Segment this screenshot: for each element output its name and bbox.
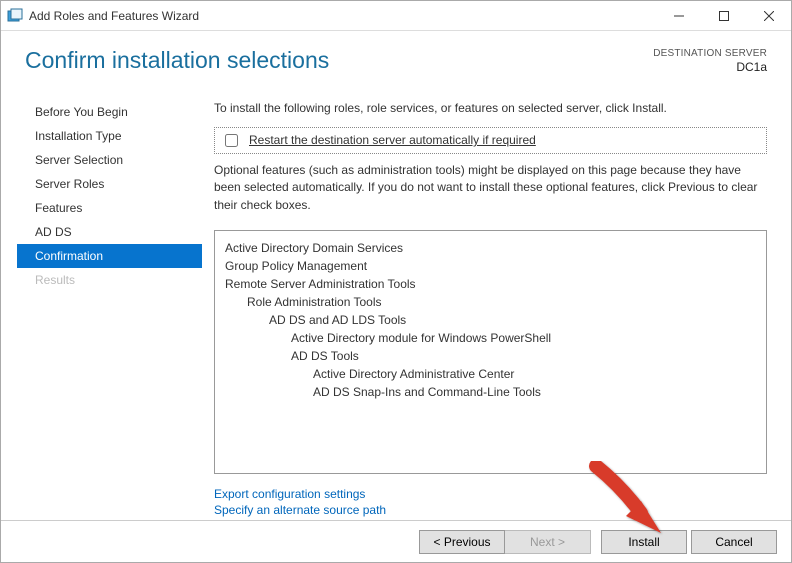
install-button[interactable]: Install [601, 530, 687, 554]
tree-item: AD DS Tools [225, 347, 756, 365]
step-item[interactable]: AD DS [17, 220, 202, 244]
content-area: Confirm installation selections DESTINAT… [1, 31, 791, 520]
step-item[interactable]: Server Roles [17, 172, 202, 196]
step-item[interactable]: Confirmation [17, 244, 202, 268]
tree-item: Active Directory module for Windows Powe… [225, 329, 756, 347]
footer: < Previous Next > Install Cancel [1, 520, 791, 562]
tree-item: AD DS and AD LDS Tools [225, 311, 756, 329]
tree-item: Active Directory Administrative Center [225, 365, 756, 383]
next-button[interactable]: Next > [505, 530, 591, 554]
intro-text: To install the following roles, role ser… [214, 100, 767, 117]
step-item[interactable]: Before You Begin [17, 100, 202, 124]
restart-option[interactable]: Restart the destination server automatic… [214, 127, 767, 154]
minimize-button[interactable] [656, 1, 701, 30]
cancel-button[interactable]: Cancel [691, 530, 777, 554]
app-icon [7, 8, 23, 24]
main-pane: To install the following roles, role ser… [202, 96, 775, 520]
restart-checkbox[interactable] [225, 134, 238, 147]
optional-note: Optional features (such as administratio… [214, 162, 767, 214]
main-row: Before You BeginInstallation TypeServer … [17, 96, 775, 520]
titlebar: Add Roles and Features Wizard [1, 1, 791, 31]
step-item: Results [17, 268, 202, 292]
tree-item: Role Administration Tools [225, 293, 756, 311]
wizard-window: Add Roles and Features Wizard Confirm in… [0, 0, 792, 563]
previous-button[interactable]: < Previous [419, 530, 505, 554]
destination-label: DESTINATION SERVER [637, 47, 767, 60]
tree-item: AD DS Snap-Ins and Command-Line Tools [225, 383, 756, 401]
export-link[interactable]: Export configuration settings [214, 486, 767, 502]
links: Export configuration settings Specify an… [214, 486, 767, 518]
header-row: Confirm installation selections DESTINAT… [25, 47, 767, 76]
restart-label[interactable]: Restart the destination server automatic… [249, 133, 536, 147]
features-tree: Active Directory Domain ServicesGroup Po… [214, 230, 767, 474]
steps-sidebar: Before You BeginInstallation TypeServer … [17, 96, 202, 520]
maximize-button[interactable] [701, 1, 746, 30]
nav-button-group: < Previous Next > [419, 530, 591, 554]
page-title: Confirm installation selections [25, 47, 329, 74]
tree-item: Group Policy Management [225, 257, 756, 275]
step-item[interactable]: Features [17, 196, 202, 220]
alt-source-link[interactable]: Specify an alternate source path [214, 502, 767, 518]
tree-item: Remote Server Administration Tools [225, 275, 756, 293]
window-title: Add Roles and Features Wizard [29, 9, 199, 23]
close-button[interactable] [746, 1, 791, 30]
destination-value: DC1a [637, 60, 767, 76]
step-item[interactable]: Installation Type [17, 124, 202, 148]
window-controls [656, 1, 791, 30]
destination-box: DESTINATION SERVER DC1a [637, 47, 767, 76]
step-item[interactable]: Server Selection [17, 148, 202, 172]
tree-item: Active Directory Domain Services [225, 239, 756, 257]
